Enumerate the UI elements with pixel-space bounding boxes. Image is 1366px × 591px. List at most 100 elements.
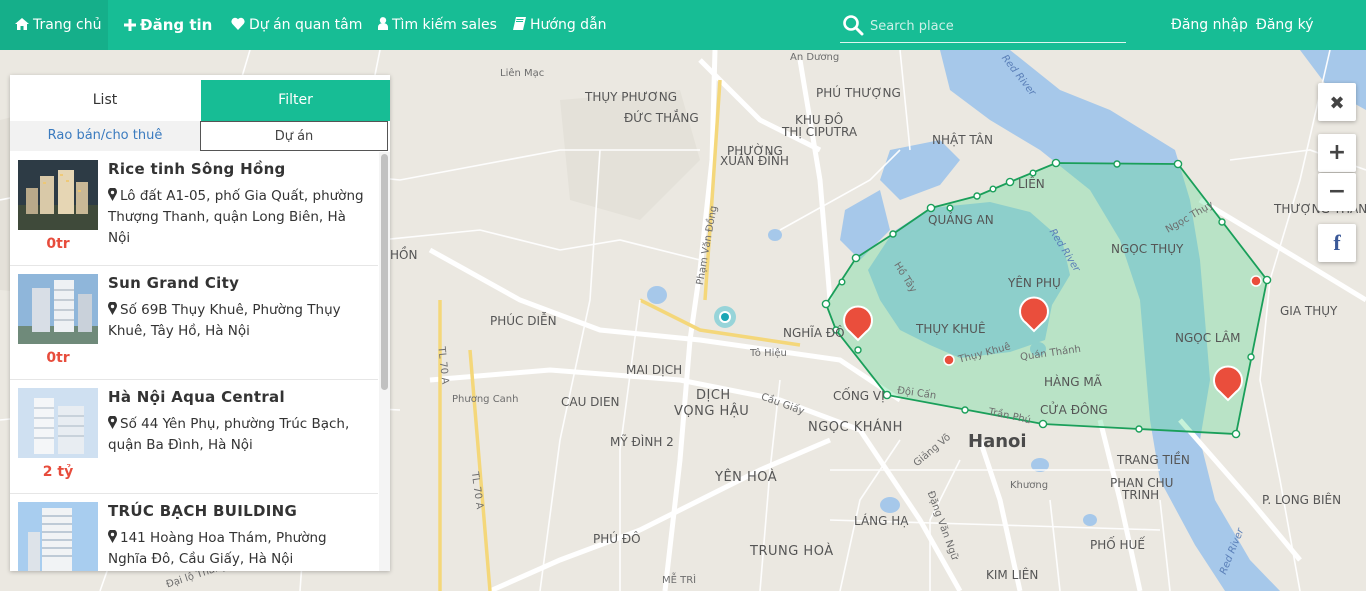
map-pin-icon xyxy=(108,529,117,543)
close-icon: ✖ xyxy=(1329,93,1345,114)
results-panel: List Filter Rao bán/cho thuê Dự án 0tr R… xyxy=(10,75,390,571)
map-label: Hanoi xyxy=(968,431,1027,452)
map-label: Khương xyxy=(1010,480,1049,491)
search-bar xyxy=(840,10,1126,43)
map-label: LIÊN xyxy=(1018,177,1045,191)
nav-post[interactable]: Đăng tin xyxy=(124,0,212,50)
small-marker[interactable] xyxy=(943,354,955,366)
search-input[interactable] xyxy=(870,14,1120,38)
project-address-text: Số 69B Thụy Khuê, Phường Thụy Khuê, Tây … xyxy=(108,302,341,339)
book-icon xyxy=(513,0,526,50)
map-label: YÊN PHỤ xyxy=(1008,276,1061,290)
map-label: An Dương xyxy=(790,52,840,63)
project-address: Số 44 Yên Phụ, phường Trúc Bạch, quận Ba… xyxy=(108,414,370,456)
project-thumbnail xyxy=(18,274,98,344)
map-label: P. LONG BIÊN xyxy=(1262,493,1342,507)
project-thumbnail xyxy=(18,502,98,571)
map-label: XUÂN ĐỈNH xyxy=(720,154,789,168)
list-item[interactable]: TRÚC BẠCH BUILDING 141 Hoàng Hoa Thám, P… xyxy=(10,494,378,571)
list-item[interactable]: 0tr Sun Grand City Số 69B Thụy Khuê, Phư… xyxy=(10,266,378,380)
map-label: ĐỨC THẮNG xyxy=(624,111,699,125)
plus-icon xyxy=(124,1,136,51)
map-label: YÊN HOÀ xyxy=(715,470,778,485)
project-title[interactable]: TRÚC BẠCH BUILDING xyxy=(108,502,373,520)
nav-find-sales-label: Tìm kiếm sales xyxy=(392,17,497,33)
project-list: 0tr Rice tinh Sông Hồng Lô đất A1-05, ph… xyxy=(10,152,390,571)
user-icon xyxy=(378,0,388,50)
login-link[interactable]: Đăng nhập xyxy=(1171,0,1248,50)
list-item[interactable]: 0tr Rice tinh Sông Hồng Lô đất A1-05, ph… xyxy=(10,152,378,266)
nav-favorites-label: Dự án quan tâm xyxy=(249,17,363,33)
nav-guide-label: Hướng dẫn xyxy=(530,17,607,33)
map-label: CAU DIEN xyxy=(561,395,620,409)
map-label: NGỌC KHÁNH xyxy=(808,420,903,435)
heart-icon xyxy=(231,0,245,50)
plus-icon: + xyxy=(1327,140,1347,165)
list-item[interactable]: 2 tỷ Hà Nội Aqua Central Số 44 Yên Phụ, … xyxy=(10,380,378,494)
tab-filter[interactable]: Filter xyxy=(201,80,390,121)
map-pin-icon xyxy=(108,301,117,315)
project-address-text: Lô đất A1-05, phố Gia Quất, phường Thượn… xyxy=(108,188,364,246)
zoom-out-button[interactable]: − xyxy=(1318,173,1356,211)
scrollbar-thumb[interactable] xyxy=(381,154,388,390)
clear-polygon-button[interactable]: ✖ xyxy=(1318,83,1356,121)
project-price: 2 tỷ xyxy=(42,464,74,480)
subtab-projects[interactable]: Dự án xyxy=(200,121,388,151)
map-label: CỬA ĐÔNG xyxy=(1040,403,1108,417)
project-address-text: Số 44 Yên Phụ, phường Trúc Bạch, quận Ba… xyxy=(108,416,350,453)
project-title[interactable]: Rice tinh Sông Hồng xyxy=(108,160,373,178)
list-scrollbar[interactable] xyxy=(379,152,390,571)
map-label: HÀNG MÃ xyxy=(1044,375,1102,389)
nav-guide[interactable]: Hướng dẫn xyxy=(513,0,607,50)
nav-favorites[interactable]: Dự án quan tâm xyxy=(231,0,362,50)
map-label: TRANG TIỀN xyxy=(1117,453,1190,467)
map-label: GIA THỤY xyxy=(1280,304,1338,318)
map-label: NGỌC THỤY xyxy=(1111,242,1184,256)
map-label: THỤY PHƯƠNG xyxy=(585,90,678,104)
map-label: MAI DỊCH xyxy=(626,363,683,377)
facebook-icon: f xyxy=(1333,230,1341,255)
project-thumbnail xyxy=(18,388,98,458)
facebook-share-button[interactable]: f xyxy=(1318,224,1356,262)
project-address: 141 Hoàng Hoa Thám, Phường Nghĩa Đô, Cầu… xyxy=(108,528,370,570)
map-label: THỊ CIPUTRA xyxy=(782,125,858,139)
small-marker[interactable] xyxy=(1250,275,1262,287)
map-label: TRUNG HOÀ xyxy=(750,544,834,559)
home-icon xyxy=(15,0,29,50)
project-address: Lô đất A1-05, phố Gia Quất, phường Thượn… xyxy=(108,186,370,249)
map-label: VỌNG HẬU xyxy=(674,404,750,419)
map-label: Liên Mạc xyxy=(500,68,545,79)
map-pin-icon xyxy=(108,415,117,429)
map-label: NGỌC LÂM xyxy=(1175,331,1241,345)
map-label: TRINH xyxy=(1122,488,1160,502)
map-label: KIM LIÊN xyxy=(986,568,1039,582)
map-label: QUẢNG AN xyxy=(928,213,994,227)
nav-find-sales[interactable]: Tìm kiếm sales xyxy=(378,0,497,50)
project-title[interactable]: Sun Grand City xyxy=(108,274,373,292)
tab-list[interactable]: List xyxy=(10,75,200,121)
map-pin-icon xyxy=(108,187,117,201)
map-label: Tô Hiệu xyxy=(750,348,787,359)
subtab-listings[interactable]: Rao bán/cho thuê xyxy=(10,121,200,151)
nav-home-label: Trang chủ xyxy=(33,17,102,33)
map-label: PHỐ HUẾ xyxy=(1090,538,1145,552)
register-link[interactable]: Đăng ký xyxy=(1256,0,1314,50)
search-icon[interactable] xyxy=(842,14,864,36)
project-thumbnail xyxy=(18,160,98,230)
project-title[interactable]: Hà Nội Aqua Central xyxy=(108,388,373,406)
map-label: MỄ TRÌ xyxy=(662,575,697,586)
map-label: PHÚ THƯỢNG xyxy=(816,86,901,100)
project-address: Số 69B Thụy Khuê, Phường Thụy Khuê, Tây … xyxy=(108,300,370,342)
map-label: PHÚ ĐÔ xyxy=(593,532,641,546)
nav-post-label: Đăng tin xyxy=(140,16,213,34)
nav-home[interactable]: Trang chủ xyxy=(0,0,108,50)
map-label: LÁNG HẠ xyxy=(854,514,909,528)
project-address-text: 141 Hoàng Hoa Thám, Phường Nghĩa Đô, Cầu… xyxy=(108,530,327,567)
zoom-in-button[interactable]: + xyxy=(1318,134,1356,172)
project-price: 0tr xyxy=(46,236,70,252)
top-navbar: Trang chủ Đăng tin Dự án quan tâm Tìm ki… xyxy=(0,0,1366,50)
minus-icon: − xyxy=(1327,179,1347,204)
project-price: 0tr xyxy=(46,350,70,366)
panel-tabs: List Filter xyxy=(10,75,390,121)
map-label: DỊCH xyxy=(696,388,731,403)
